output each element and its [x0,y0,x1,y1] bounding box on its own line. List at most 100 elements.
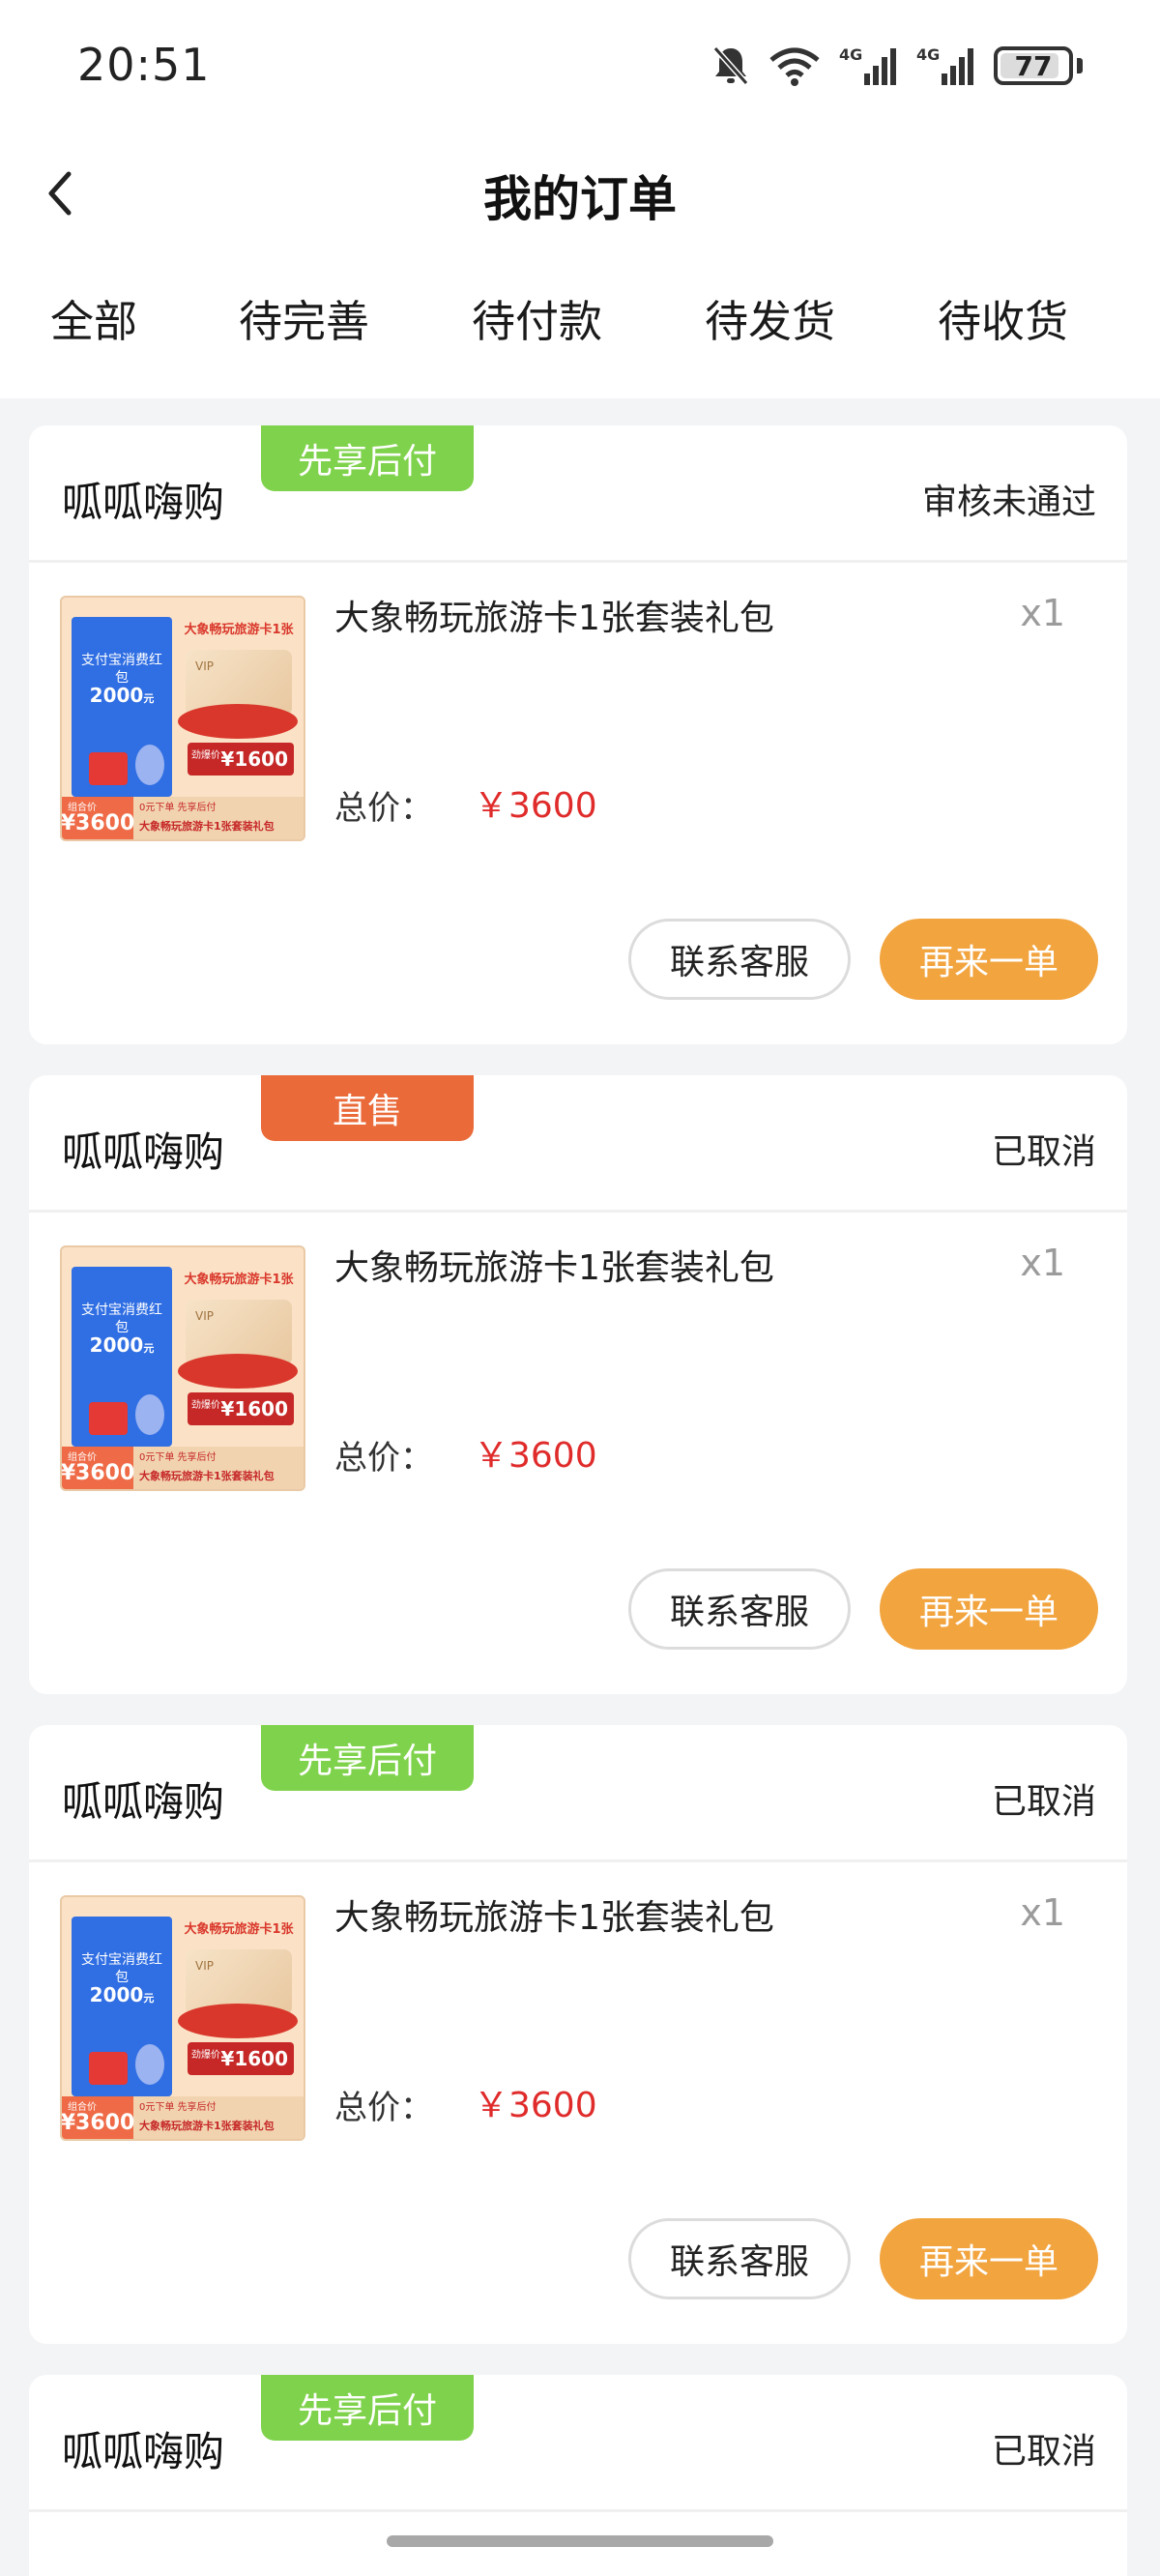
shop-name[interactable]: 呱呱嗨购 [62,1770,224,1829]
thumb-red-packet-line: 支付宝消费红包 [81,653,162,686]
product-row[interactable]: 支付宝消费红包 2000元 大象畅玩旅游卡1张 VIP 劲爆价 ¥1600 0元下… [29,1213,1127,1503]
podium-image [178,1354,298,1389]
order-card[interactable]: 呱呱嗨购 先享后付 审核未通过 支付宝消费红包 2000元 大象畅玩旅游卡1张 … [29,425,1127,1044]
order-actions: 联系客服 再来一单 [628,2218,1098,2299]
tab-to-receive[interactable]: 待收货 [938,286,1068,349]
tab-all[interactable]: 全部 [50,286,137,349]
thumb-price: 劲爆价 ¥1600 [188,2042,294,2075]
product-quantity: x1 [1020,592,1065,634]
thumb-red-packet-amount: 2000元 [89,1983,155,2006]
order-card[interactable]: 呱呱嗨购 直售 已取消 支付宝消费红包 2000元 大象畅玩旅游卡1张 VIP … [29,1075,1127,1694]
product-name: 大象畅玩旅游卡1张套装礼包 [334,1248,774,1288]
wifi-icon [769,47,820,86]
product-thumbnail[interactable]: 支付宝消费红包 2000元 大象畅玩旅游卡1张 VIP 劲爆价 ¥1600 0元下… [60,596,305,841]
status-time: 20:51 [77,39,211,91]
product-name: 大象畅玩旅游卡1张套装礼包 [334,1898,774,1938]
order-type-tag: 先享后付 [261,1725,474,1791]
order-type-tag: 先享后付 [261,2375,474,2441]
vip-card-text: VIP [195,1959,214,1973]
product-row[interactable]: 支付宝消费红包 2000元 大象畅玩旅游卡1张 VIP 劲爆价 ¥1600 0元下… [29,1862,1127,2152]
nav-bar: 我的订单 [0,145,1160,238]
product-quantity: x1 [1020,1242,1065,1284]
thumb-price: 劲爆价 ¥1600 [188,1392,294,1425]
tab-to-ship[interactable]: 待发货 [705,286,835,349]
battery-icon: 77 [994,46,1073,85]
vip-card-text: VIP [195,1309,214,1323]
thumb-bottom-top: 0元下单 先享后付 [139,2102,217,2113]
product-row[interactable]: 支付宝消费红包 2000元 大象畅玩旅游卡1张 VIP 劲爆价 ¥1600 0元下… [29,563,1127,853]
reorder-button[interactable]: 再来一单 [880,919,1098,1000]
thumb-bottom-top: 0元下单 先享后付 [139,803,217,813]
gift-box-icon [89,752,128,785]
product-thumbnail[interactable]: 支付宝消费红包 2000元 大象畅玩旅游卡1张 VIP 劲爆价 ¥1600 0元下… [60,1245,305,1491]
total-price: ￥3600 [474,2086,597,2125]
order-status: 已取消 [991,1782,1096,1822]
bell-muted-icon [712,46,749,85]
thumb-red-packet-text: 支付宝消费红包 2000元 [77,1951,166,2019]
thumb-red-packet-text: 支付宝消费红包 2000元 [77,652,166,719]
thumb-red-packet-text: 支付宝消费红包 2000元 [77,1302,166,1369]
total-price: ￥3600 [474,786,597,826]
status-bar: 20:51 4G 4G 77 [0,0,1160,145]
thumb-red-packet-amount: 2000元 [89,1333,155,1357]
gift-box-icon [89,1402,128,1435]
battery-tip [1077,58,1083,73]
egg-icon [135,2044,164,2085]
svg-text:4G: 4G [839,45,862,64]
egg-icon [135,745,164,785]
reorder-button[interactable]: 再来一单 [880,1568,1098,1650]
thumb-title: 大象畅玩旅游卡1张 [184,623,294,637]
thumb-combo-price: 组合价 ¥3600 [62,1447,134,1489]
reorder-button[interactable]: 再来一单 [880,2218,1098,2299]
total-label: 总价： [334,2089,433,2127]
total-label: 总价： [334,1439,433,1478]
order-status: 已取消 [991,2432,1096,2472]
order-type-tag: 先享后付 [261,425,474,491]
svg-text:4G: 4G [916,45,940,64]
thumb-red-packet: 支付宝消费红包 2000元 [72,617,172,797]
product-name: 大象畅玩旅游卡1张套装礼包 [334,599,774,638]
thumb-price: 劲爆价 ¥1600 [188,743,294,776]
gift-box-icon [89,2052,128,2085]
podium-image [178,2004,298,2038]
thumb-red-packet: 支付宝消费红包 2000元 [72,1917,172,2096]
order-type-tag: 直售 [261,1075,474,1141]
shop-name[interactable]: 呱呱嗨购 [62,2419,224,2478]
signal-4g-icon: 4G [916,45,973,85]
total-price: ￥3600 [474,1436,597,1476]
thumb-bottom-text: 大象畅玩旅游卡1张套装礼包 [139,820,275,833]
contact-service-button[interactable]: 联系客服 [628,1568,851,1650]
thumb-bottom-text: 大象畅玩旅游卡1张套装礼包 [139,1470,275,1482]
vip-card-text: VIP [195,659,214,673]
thumb-bottom-top: 0元下单 先享后付 [139,1452,217,1463]
thumb-bottom-text: 大象畅玩旅游卡1张套装礼包 [139,2120,275,2132]
top-area: 20:51 4G 4G 77 我的订单 全部 待完善 待付款 待发货 待收货 [0,0,1160,398]
home-indicator[interactable] [387,2535,773,2547]
thumb-combo-price: 组合价 ¥3600 [62,2096,134,2139]
order-status: 已取消 [991,1132,1096,1172]
thumb-red-packet-line: 支付宝消费红包 [81,1303,162,1335]
thumb-combo-price: 组合价 ¥3600 [62,797,134,839]
tab-to-complete[interactable]: 待完善 [239,286,369,349]
order-card[interactable]: 呱呱嗨购 先享后付 已取消 支付宝消费红包 2000元 大象畅玩旅游卡1张 VI… [29,1725,1127,2344]
thumb-title: 大象畅玩旅游卡1张 [184,1922,294,1937]
shop-name[interactable]: 呱呱嗨购 [62,470,224,529]
tab-to-pay[interactable]: 待付款 [472,286,602,349]
thumb-title: 大象畅玩旅游卡1张 [184,1273,294,1287]
order-card-header: 呱呱嗨购 先享后付 已取消 [29,2375,1127,2512]
signal-4g-icon: 4G [839,45,896,85]
contact-service-button[interactable]: 联系客服 [628,2218,851,2299]
total-label: 总价： [334,789,433,828]
thumb-red-packet: 支付宝消费红包 2000元 [72,1267,172,1447]
shop-name[interactable]: 呱呱嗨购 [62,1120,224,1179]
order-actions: 联系客服 再来一单 [628,919,1098,1000]
order-status: 审核未通过 [921,483,1096,522]
podium-image [178,704,298,739]
status-icons: 4G 4G 77 [711,44,1083,87]
battery-level: 77 [1014,49,1053,82]
contact-service-button[interactable]: 联系客服 [628,919,851,1000]
order-card-header: 呱呱嗨购 先享后付 审核未通过 [29,425,1127,563]
egg-icon [135,1394,164,1435]
product-thumbnail[interactable]: 支付宝消费红包 2000元 大象畅玩旅游卡1张 VIP 劲爆价 ¥1600 0元下… [60,1895,305,2141]
product-quantity: x1 [1020,1891,1065,1934]
